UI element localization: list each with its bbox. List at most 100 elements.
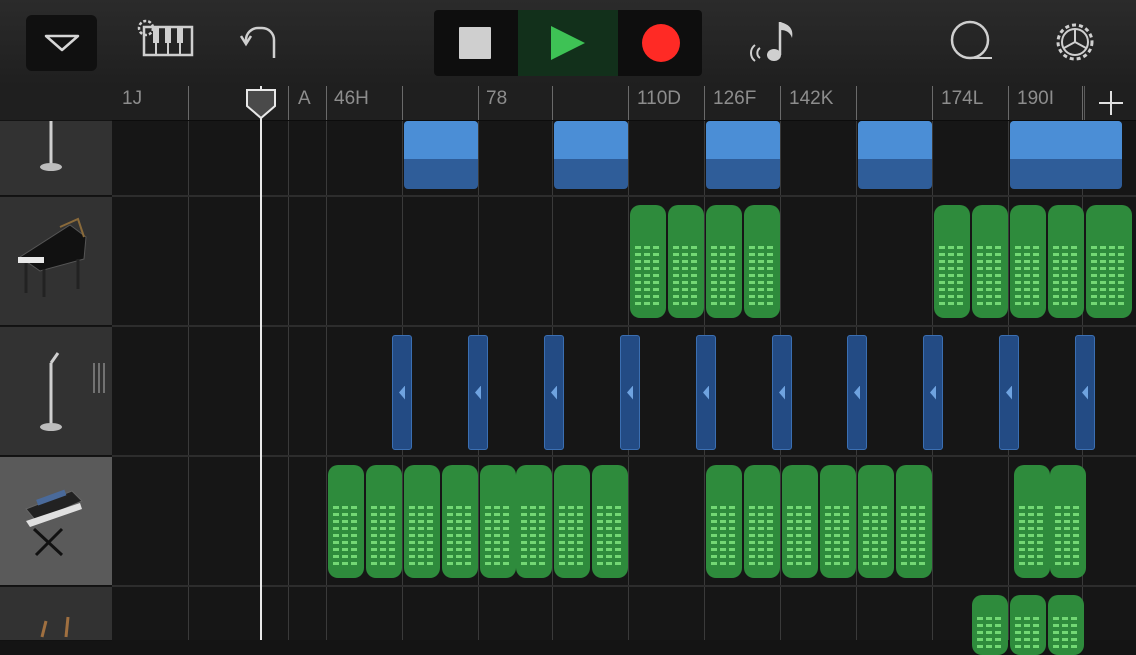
vocal-region[interactable] (923, 335, 943, 450)
record-button[interactable] (620, 10, 702, 76)
audio-region[interactable] (1010, 121, 1122, 189)
midi-region[interactable] (554, 465, 590, 578)
track-header-guitar[interactable] (0, 587, 112, 641)
ruler-tick (704, 86, 705, 120)
grid-line (326, 121, 327, 640)
undo-icon (240, 26, 276, 58)
loop-icon (950, 20, 992, 60)
transport-controls (434, 10, 702, 76)
grid-line (288, 121, 289, 640)
track-header-mic-stand[interactable] (0, 121, 112, 196)
ruler-tick (402, 86, 403, 120)
midi-region[interactable] (1048, 595, 1084, 655)
plus-icon (1099, 91, 1123, 115)
midi-region[interactable] (592, 465, 628, 578)
track-header-microphone[interactable] (0, 327, 112, 456)
ruler-label: A (298, 88, 311, 109)
ruler-tick (780, 86, 781, 120)
ruler-label: 126F (713, 88, 757, 109)
midi-region[interactable] (1048, 205, 1084, 318)
midi-region[interactable] (820, 465, 856, 578)
vocal-region[interactable] (468, 335, 488, 450)
microphone-icon (40, 352, 105, 431)
audio-region[interactable] (404, 121, 478, 189)
playhead-line[interactable] (260, 86, 262, 640)
midi-region[interactable] (668, 205, 704, 318)
midi-region[interactable] (706, 465, 742, 578)
undo-button[interactable] (238, 22, 282, 62)
vocal-region[interactable] (999, 335, 1019, 450)
vocal-region[interactable] (772, 335, 792, 450)
midi-region[interactable] (366, 465, 402, 578)
ruler-label: 174L (941, 88, 984, 109)
ruler-tick (932, 86, 933, 120)
ruler-label: 46H (334, 88, 369, 109)
ruler-tick (1082, 86, 1083, 120)
ruler-tick (856, 86, 857, 120)
ruler-corner (0, 86, 112, 120)
midi-region[interactable] (1086, 205, 1132, 318)
midi-region[interactable] (782, 465, 818, 578)
midi-region[interactable] (630, 205, 666, 318)
midi-region[interactable] (1010, 595, 1046, 655)
midi-region[interactable] (516, 465, 552, 578)
midi-region[interactable] (1010, 205, 1046, 318)
ruler-tick (326, 86, 327, 120)
ruler-label: 190I (1017, 88, 1054, 109)
vocal-region[interactable] (392, 335, 412, 450)
midi-region[interactable] (1050, 465, 1086, 578)
music-note-icon (750, 22, 793, 62)
instrument-button[interactable] (134, 18, 196, 60)
vocal-region[interactable] (1075, 335, 1095, 450)
midi-region[interactable] (328, 465, 364, 578)
ruler-tick (628, 86, 629, 120)
guitar-icon (40, 616, 70, 638)
ruler-tick (478, 86, 479, 120)
midi-region[interactable] (896, 465, 932, 578)
settings-button[interactable] (1050, 18, 1100, 66)
track-header-synth-keyboard[interactable] (0, 457, 112, 586)
audio-region[interactable] (706, 121, 780, 189)
grand-piano-icon (18, 217, 87, 297)
midi-region[interactable] (972, 595, 1008, 655)
midi-region[interactable] (442, 465, 478, 578)
lane-separator (112, 325, 1136, 327)
lane-separator (112, 585, 1136, 587)
ruler-label: 78 (486, 88, 508, 109)
track-header-grand-piano[interactable] (0, 197, 112, 326)
midi-region[interactable] (404, 465, 440, 578)
midi-region[interactable] (934, 205, 970, 318)
vocal-region[interactable] (544, 335, 564, 450)
midi-region[interactable] (744, 205, 780, 318)
ruler-label: 1J (122, 88, 143, 109)
playhead-handle[interactable] (245, 88, 277, 120)
play-button[interactable] (518, 10, 618, 76)
master-effects-button[interactable] (946, 18, 996, 66)
vocal-region[interactable] (620, 335, 640, 450)
audio-region[interactable] (554, 121, 628, 189)
lane-separator (112, 195, 1136, 197)
ruler-tick (188, 86, 189, 120)
midi-region[interactable] (706, 205, 742, 318)
midi-region[interactable] (744, 465, 780, 578)
toolbar (0, 0, 1136, 86)
midi-region[interactable] (480, 465, 516, 578)
mic-stand-icon (40, 121, 62, 171)
loop-browser-button[interactable] (750, 18, 800, 66)
stop-button[interactable] (434, 10, 516, 76)
midi-region[interactable] (1014, 465, 1050, 578)
ruler-tick (1008, 86, 1009, 120)
ruler-label: 110D (637, 88, 682, 109)
gear-icon (1056, 23, 1094, 61)
tracks-menu-button[interactable] (26, 15, 97, 71)
midi-region[interactable] (858, 465, 894, 578)
play-icon (551, 26, 585, 60)
midi-region[interactable] (972, 205, 1008, 318)
audio-region[interactable] (858, 121, 932, 189)
lane-separator (112, 455, 1136, 457)
vocal-region[interactable] (696, 335, 716, 450)
add-section-button[interactable] (1084, 86, 1136, 120)
stop-icon (459, 27, 491, 59)
ruler-label: 142K (789, 88, 834, 109)
vocal-region[interactable] (847, 335, 867, 450)
